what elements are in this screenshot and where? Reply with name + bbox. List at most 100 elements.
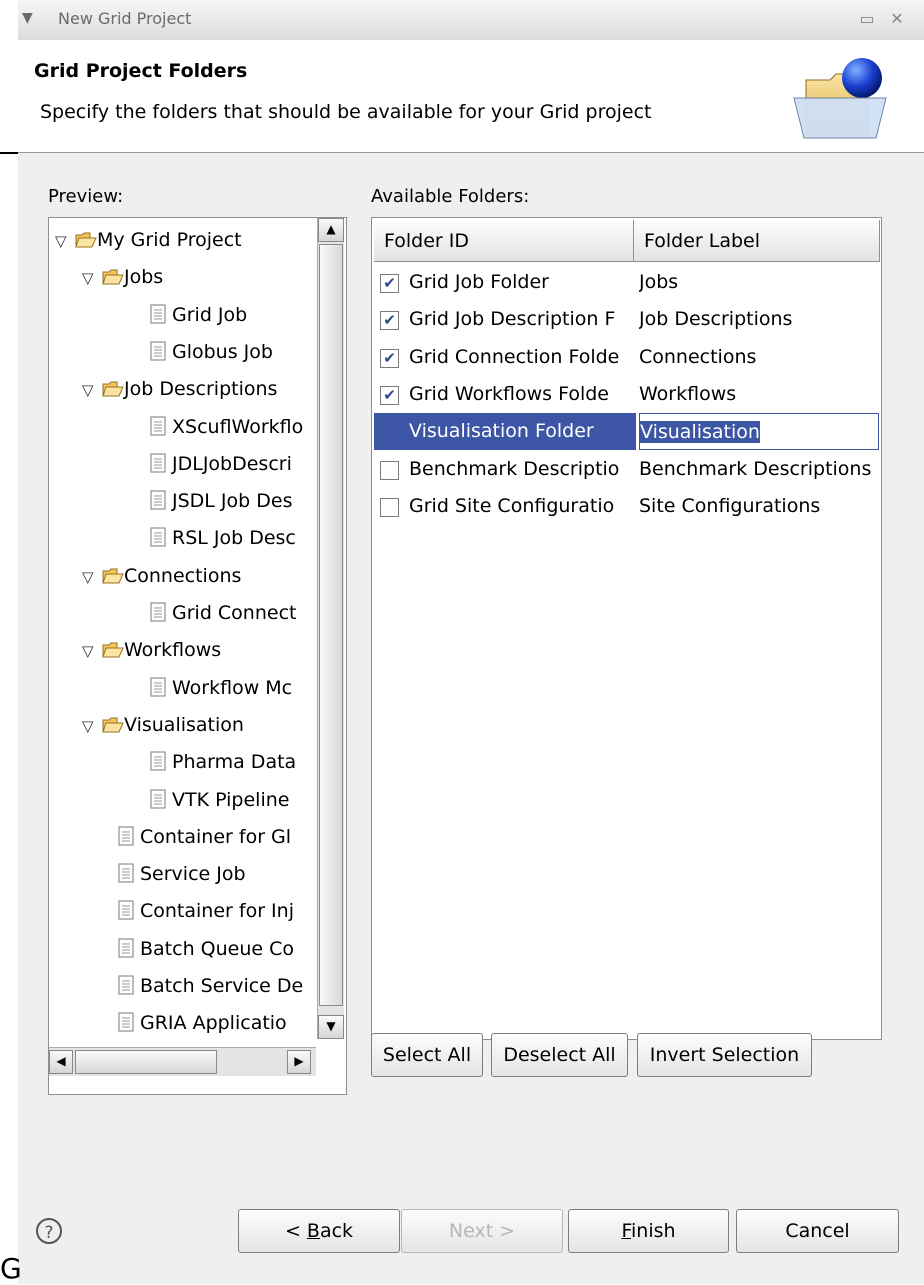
tree-node-label: RSL Job Desc [172, 527, 296, 550]
folder-row[interactable]: ✔ Grid Job Description F Job Descriptions [374, 301, 880, 338]
window-menu-icon[interactable]: ▼ [22, 10, 42, 28]
file-icon [150, 416, 166, 435]
help-icon[interactable]: ? [36, 1218, 62, 1244]
tree-file-node[interactable]: VTK Pipeline [149, 782, 289, 819]
folder-checkbox[interactable]: ✔ [380, 311, 399, 331]
tree-file-node[interactable]: Container for Inj [117, 893, 294, 930]
expand-toggle-icon[interactable]: ▽ [55, 223, 75, 260]
finish-button[interactable]: Finish [568, 1209, 729, 1253]
finish-button-label: Finish [621, 1220, 676, 1242]
tree-horizontal-scrollbar[interactable]: ◀ ▶ [49, 1047, 316, 1076]
tree-file-node[interactable]: RSL Job Desc [149, 520, 296, 557]
tree-folder-node[interactable]: ▽ Jobs [82, 259, 163, 296]
folder-id-cell: Grid Connection Folde [409, 345, 620, 368]
folder-label-cell: Connections [639, 339, 884, 376]
file-icon [118, 900, 134, 920]
folder-label-text: Workflows [639, 382, 737, 405]
folder-row[interactable]: ✔Visualisation FolderVisualisation [374, 413, 880, 451]
folder-icon [102, 269, 124, 285]
scroll-right-button[interactable]: ▶ [287, 1050, 311, 1074]
tree-file-node[interactable]: Globus Job [149, 334, 273, 371]
tree-vertical-scrollbar[interactable]: ▲ ▼ [317, 218, 344, 1039]
tree-node-label: Pharma Data [172, 751, 297, 774]
tree-file-node[interactable]: Batch Queue Co [117, 931, 294, 968]
tree-node-label: Grid Connect [172, 602, 297, 624]
tree-folder-node[interactable]: ▽ Job Descriptions [82, 371, 277, 408]
scroll-thumb[interactable] [319, 244, 343, 1006]
tree-node-label: XScuflWorkflo [172, 415, 304, 438]
tree-file-node[interactable]: JDLJobDescri [149, 446, 292, 483]
folder-checkbox[interactable] [380, 460, 399, 480]
available-folders-label: Available Folders: [371, 186, 530, 207]
folder-label-text: Connections [639, 345, 757, 368]
expand-toggle-icon[interactable]: ▽ [82, 372, 102, 409]
tree-file-node[interactable]: Batch Service De [117, 968, 303, 1005]
select-all-button[interactable]: Select All [371, 1033, 483, 1077]
tree-node-label: Grid Job [172, 303, 248, 326]
deselect-all-button[interactable]: Deselect All [491, 1033, 628, 1077]
folder-row[interactable]: Grid Site Configuratio Site Configuration… [374, 488, 880, 525]
expand-toggle-icon[interactable]: ▽ [82, 260, 102, 297]
tree-file-node[interactable]: Container for Gl [117, 819, 291, 856]
folder-label-text: Visualisation [640, 421, 760, 444]
folder-id-cell: Grid Job Description F [409, 308, 616, 331]
back-button[interactable]: < Back [238, 1209, 400, 1253]
folder-id-cell: Visualisation Folder [374, 413, 636, 451]
tree-file-node[interactable]: JSDL Job Des [149, 483, 292, 520]
tree-file-node[interactable]: Grid Connect [149, 595, 296, 632]
folder-label-cell: Jobs [639, 264, 884, 301]
tree-folder-node[interactable]: ▽ Connections [82, 558, 241, 595]
invert-selection-button[interactable]: Invert Selection [637, 1033, 812, 1077]
folder-checkbox[interactable]: ✔ [380, 274, 399, 293]
tree-folder-node[interactable]: ▽ Workflows [82, 632, 221, 669]
outer-divider [0, 152, 18, 154]
page-title: Grid Project Folders [34, 60, 248, 82]
back-button-label: < Back [284, 1220, 354, 1242]
folder-id-cell: Grid Workflows Folde [409, 382, 610, 405]
tree-file-node[interactable]: Pharma Data [149, 744, 296, 781]
folder-id-cell: Grid Site Configuratio [409, 494, 615, 517]
folder-label-cell: Site Configurations [639, 488, 884, 525]
next-button[interactable]: Next > [401, 1209, 563, 1253]
tree-file-node[interactable]: Service Job [117, 856, 246, 893]
tree-folder-node[interactable]: ▽ Visualisation [82, 707, 244, 744]
expand-toggle-icon[interactable]: ▽ [82, 633, 102, 670]
tree-node-label: Workflow Mc [172, 676, 293, 699]
tree-node-label: Globus Job [172, 340, 273, 363]
cancel-button[interactable]: Cancel [736, 1209, 899, 1253]
preview-label: Preview: [48, 186, 124, 207]
expand-toggle-icon[interactable]: ▽ [82, 559, 102, 596]
folder-checkbox[interactable] [380, 497, 399, 517]
tree-node-label: My Grid Project [97, 229, 242, 251]
tree-node-label: GRIA Applicatio [140, 1012, 287, 1035]
tree-file-node[interactable]: Grid Job [149, 297, 247, 334]
scroll-up-button[interactable]: ▲ [318, 218, 344, 242]
tree-node-label: Container for Inj [140, 900, 294, 923]
folder-id-cell: Benchmark Descriptio [409, 457, 620, 480]
tree-file-node[interactable]: XScuflWorkflo [149, 409, 303, 446]
tree-folder-node[interactable]: ▽ My Grid Project [55, 222, 242, 259]
scroll-left-button[interactable]: ◀ [49, 1050, 73, 1074]
preview-tree[interactable]: ▽ My Grid Project ▽ Jobs Grid Job Globus Job ▽… [48, 217, 347, 1095]
folder-row[interactable]: ✔ Grid Workflows Folde Workflows [374, 376, 880, 413]
expand-toggle-icon[interactable]: ▽ [82, 708, 102, 745]
folder-row[interactable]: Benchmark Descriptio Benchmark Descriptio… [374, 451, 880, 488]
folders-table[interactable]: Folder ID Folder Label ✔ Grid Job Folder J… [371, 217, 882, 1040]
column-header-folder-label[interactable]: Folder Label [634, 220, 880, 262]
folder-checkbox[interactable]: ✔ [380, 385, 399, 405]
folder-label-text: Job Descriptions [639, 308, 793, 331]
close-icon[interactable]: ✕ [886, 8, 908, 30]
scroll-down-button[interactable]: ▼ [318, 1015, 344, 1039]
folder-checkbox[interactable]: ✔ [380, 348, 399, 368]
tree-node-label: JSDL Job Des [172, 490, 293, 513]
tree-file-node[interactable]: GRIA Applicatio [117, 1005, 287, 1042]
folder-row[interactable]: ✔ Grid Job Folder Jobs [374, 264, 880, 301]
maximize-icon[interactable]: ▭ [856, 8, 878, 30]
hscroll-thumb[interactable] [75, 1050, 217, 1074]
tree-node-label: Batch Queue Co [140, 937, 295, 960]
tree-node-label: VTK Pipeline [172, 788, 290, 811]
file-icon [150, 677, 166, 697]
column-header-folder-id[interactable]: Folder ID [374, 220, 634, 262]
tree-file-node[interactable]: Workflow Mc [149, 670, 292, 707]
folder-row[interactable]: ✔ Grid Connection Folde Connections [374, 339, 880, 376]
